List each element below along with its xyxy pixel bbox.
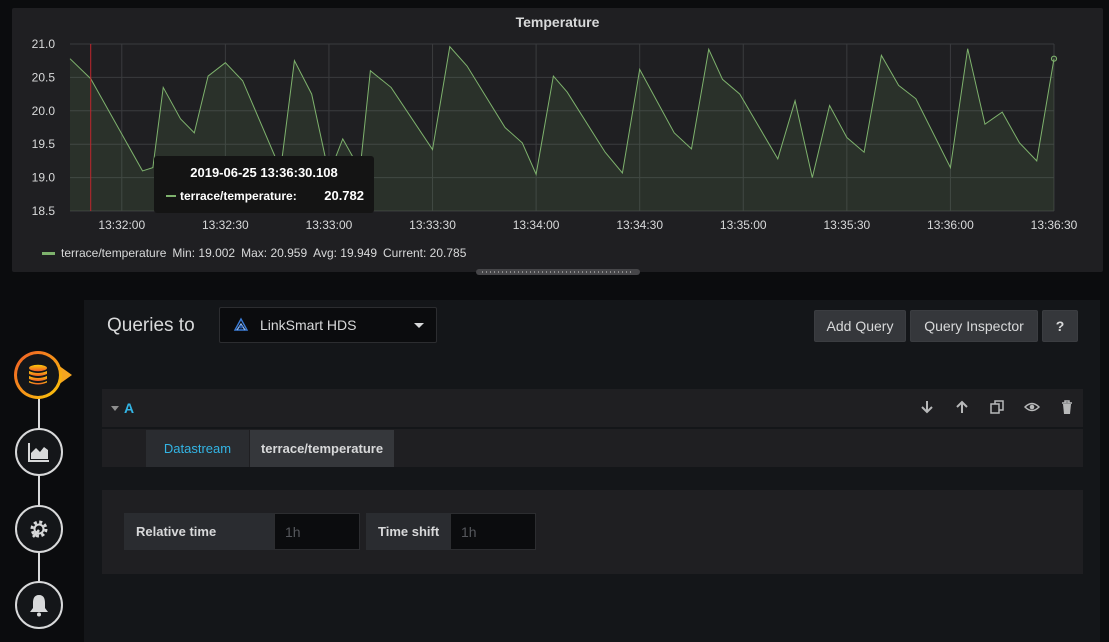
time-shift-label: Time shift: [366, 513, 450, 550]
step-queries[interactable]: [14, 351, 76, 399]
relative-time-label: Relative time: [124, 513, 274, 550]
trash-icon[interactable]: [1059, 399, 1075, 415]
legend-current: Current: 20.785: [383, 246, 467, 260]
chart-tooltip: 2019-06-25 13:36:30.108 terrace/temperat…: [154, 156, 374, 213]
query-options: Relative time Time shift: [102, 490, 1083, 574]
datastream-select[interactable]: terrace/temperature: [250, 430, 394, 467]
active-step-ring: [14, 351, 62, 399]
query-header-row[interactable]: A: [102, 389, 1083, 427]
collapse-caret-icon[interactable]: [111, 406, 119, 411]
gear-wrench-icon: [30, 520, 48, 538]
step-visualization[interactable]: [15, 428, 63, 476]
x-tick-label: 13:33:00: [306, 218, 353, 232]
relative-time-input[interactable]: [274, 513, 360, 550]
query-inspector-button[interactable]: Query Inspector: [910, 310, 1038, 342]
x-tick-label: 13:32:30: [202, 218, 249, 232]
legend-swatch[interactable]: [42, 251, 55, 255]
tooltip-series: terrace/temperature:: [180, 188, 297, 203]
help-button[interactable]: ?: [1042, 310, 1078, 342]
x-tick-label: 13:33:30: [409, 218, 456, 232]
y-tick-label: 20.0: [32, 104, 56, 118]
x-tick-label: 13:36:30: [1031, 218, 1078, 232]
query-ref-id[interactable]: A: [124, 400, 134, 416]
add-query-button[interactable]: Add Query: [814, 310, 906, 342]
sidebar-connector: [38, 390, 40, 604]
move-up-icon[interactable]: [954, 399, 970, 415]
area-chart-icon: [28, 443, 49, 462]
legend-series-name[interactable]: terrace/temperature: [61, 246, 166, 260]
tooltip-value: 20.782: [324, 188, 364, 203]
step-general[interactable]: [15, 505, 63, 553]
tooltip-row: terrace/temperature: 20.782: [166, 188, 364, 203]
y-tick-label: 19.0: [32, 171, 56, 185]
tooltip-swatch: [166, 194, 176, 197]
legend-max: Max: 20.959: [241, 246, 308, 260]
y-tick-label: 20.5: [32, 70, 56, 84]
chart-legend: terrace/temperature Min: 19.002 Max: 20.…: [42, 246, 466, 260]
tooltip-time: 2019-06-25 13:36:30.108: [190, 165, 338, 180]
queries-to-label: Queries to: [107, 315, 195, 336]
y-tick-label: 21.0: [32, 37, 56, 51]
query-actions: [919, 399, 1075, 415]
query-body: Datastream terrace/temperature: [102, 429, 1083, 467]
legend-avg: Avg: 19.949: [313, 246, 377, 260]
duplicate-icon[interactable]: [989, 399, 1005, 415]
x-tick-label: 13:32:00: [98, 218, 145, 232]
x-tick-label: 13:34:00: [513, 218, 560, 232]
caret-down-icon: [414, 322, 424, 328]
datasource-name: LinkSmart HDS: [260, 317, 357, 333]
move-down-icon[interactable]: [919, 399, 935, 415]
database-icon: [29, 364, 47, 385]
x-tick-label: 13:35:30: [823, 218, 870, 232]
active-step-inner: [17, 354, 59, 396]
graph-panel: Temperature 18.5 19.0 19.5 20.0 20.5 21.0 13:3…: [12, 8, 1103, 272]
linksmart-logo-icon: [233, 317, 249, 331]
y-tick-label: 18.5: [32, 204, 56, 218]
x-tick-label: 13:36:00: [927, 218, 974, 232]
legend-min: Min: 19.002: [172, 246, 236, 260]
datasource-select[interactable]: LinkSmart HDS: [219, 307, 437, 343]
query-editor: [84, 300, 1100, 642]
x-tick-label: 13:34:30: [616, 218, 663, 232]
eye-icon[interactable]: [1024, 399, 1040, 415]
y-tick-label: 19.5: [32, 137, 56, 151]
panel-resize-handle[interactable]: [476, 269, 640, 275]
bell-icon: [30, 595, 48, 617]
datastream-label: Datastream: [146, 430, 249, 467]
x-tick-label: 13:35:00: [720, 218, 767, 232]
step-alert[interactable]: [15, 581, 63, 629]
time-shift-input[interactable]: [450, 513, 536, 550]
